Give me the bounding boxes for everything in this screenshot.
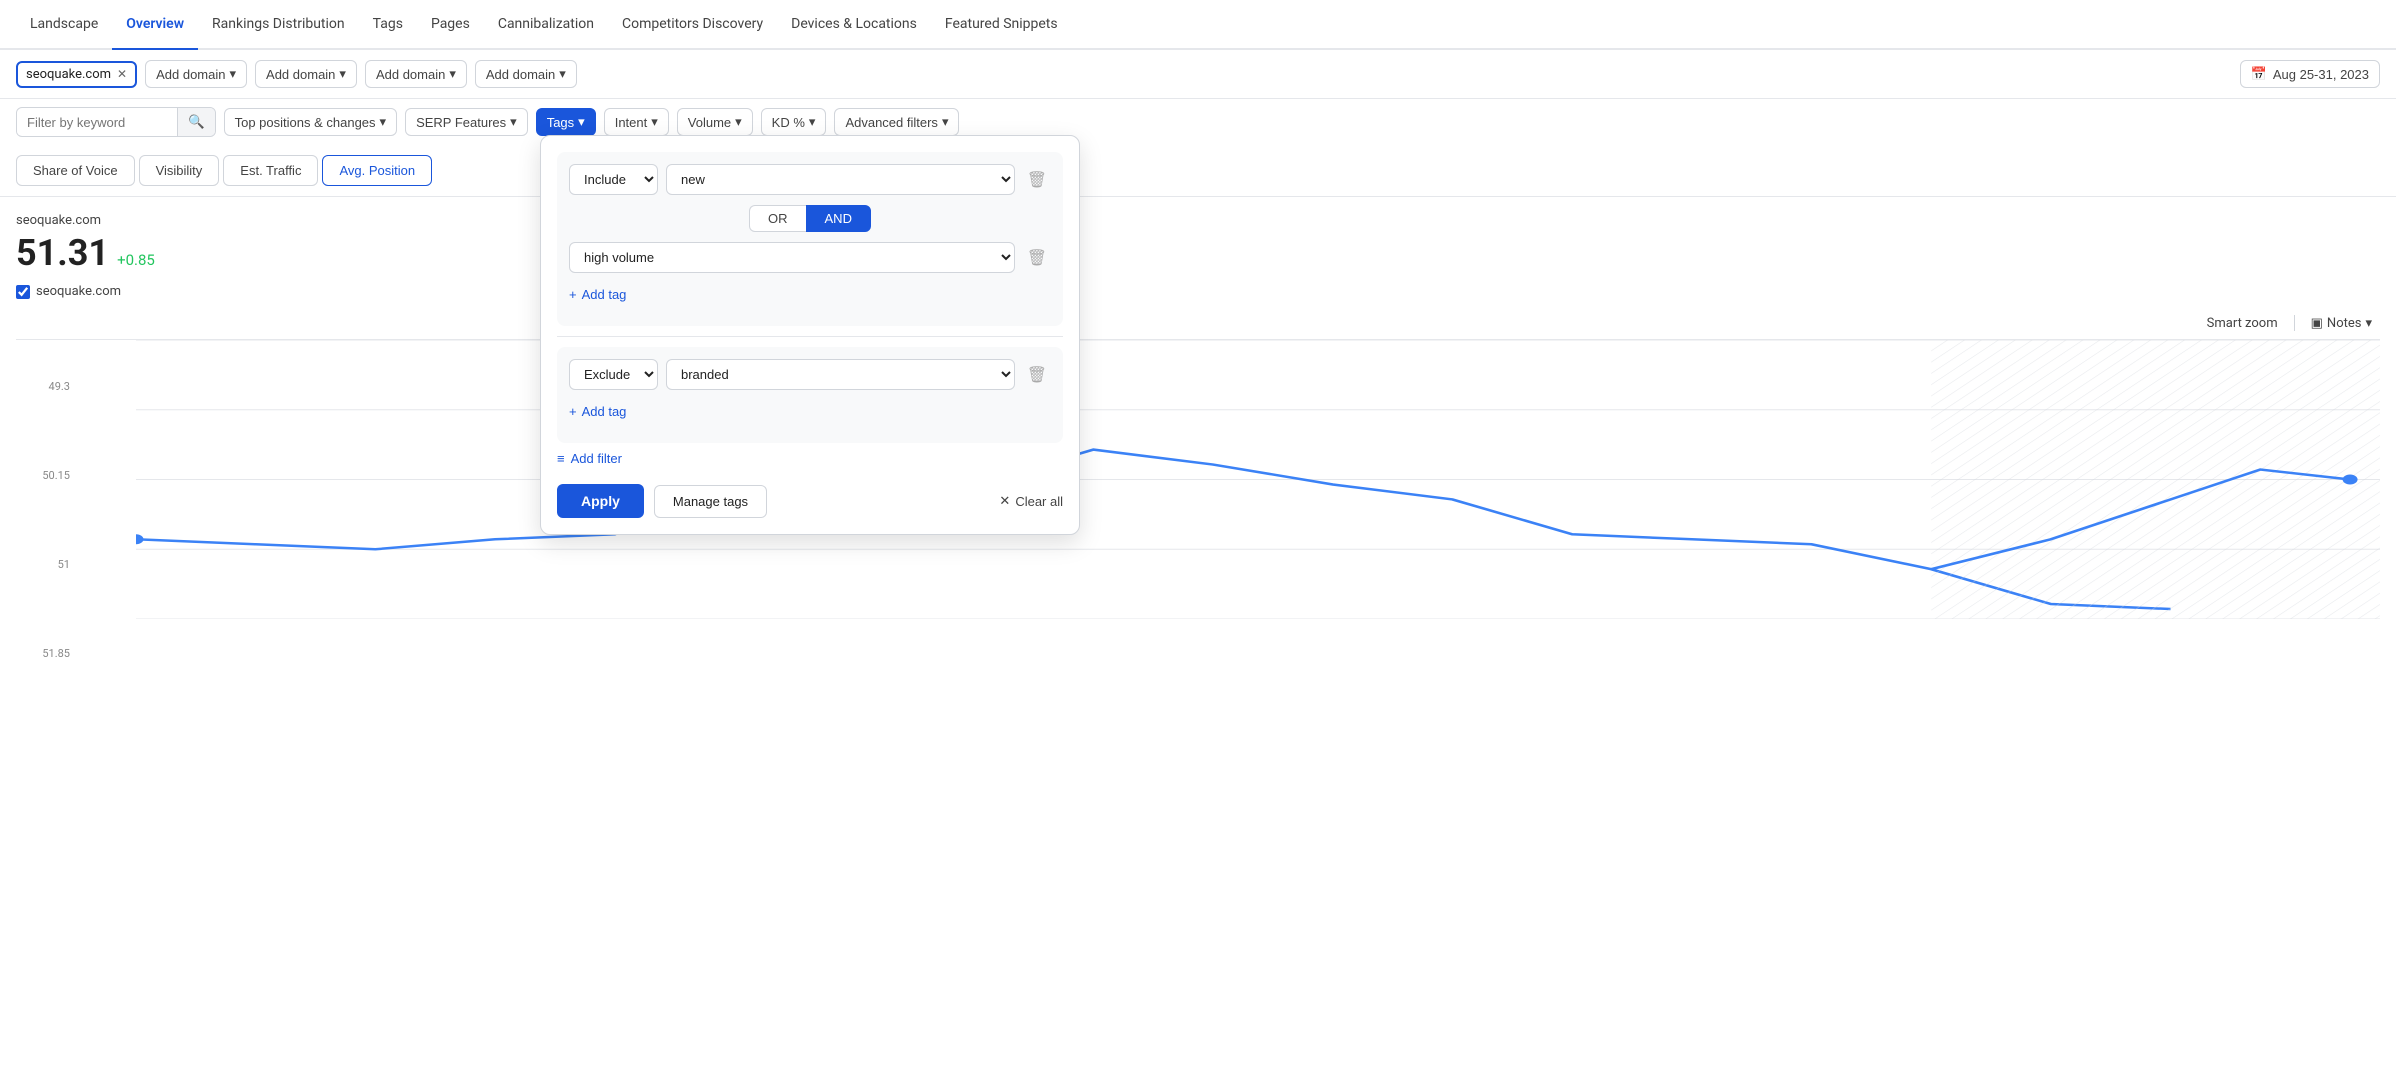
main-chart-area: seoquake.com 51.31 +0.85 seoquake.com Sm…	[0, 197, 2396, 619]
include-filter-row-1: Include Exclude new high volume branded …	[569, 164, 1051, 195]
add-filter-button[interactable]: ≡ Add filter	[557, 447, 622, 470]
delete-filter-button-1[interactable]: 🗑	[1023, 166, 1051, 194]
chart-topbar: Smart zoom ▣ Notes ▾	[16, 311, 2380, 339]
filter-icon: ≡	[557, 451, 565, 466]
domain-label: seoquake.com	[16, 213, 2380, 228]
apply-button[interactable]: Apply	[557, 484, 644, 518]
top-navigation: Landscape Overview Rankings Distribution…	[0, 0, 2396, 50]
delete-filter-button-2[interactable]: 🗑	[1023, 244, 1051, 272]
y-axis: 49.3 50.15 51 51.85	[16, 380, 76, 660]
line-chart-svg	[76, 340, 2380, 619]
chevron-down-icon: ▾	[578, 114, 585, 130]
domain-toolbar: seoquake.com ✕ Add domain ▾ Add domain ▾…	[0, 50, 2396, 99]
search-button[interactable]: 🔍	[177, 108, 215, 136]
domain-checkbox-label: seoquake.com	[16, 284, 2380, 299]
chevron-down-icon: ▾	[735, 114, 742, 130]
notes-icon: ▣	[2311, 316, 2323, 331]
nav-devices-locations[interactable]: Devices & Locations	[777, 0, 931, 50]
kd-filter[interactable]: KD % ▾	[761, 108, 827, 136]
y-tick-2: 50.15	[16, 469, 76, 482]
tags-filter[interactable]: Tags ▾	[536, 108, 596, 136]
date-picker-button[interactable]: 📅 Aug 25-31, 2023	[2240, 60, 2380, 88]
section-divider	[557, 336, 1063, 337]
volume-filter[interactable]: Volume ▾	[677, 108, 753, 136]
y-tick-1: 49.3	[16, 380, 76, 393]
chevron-down-icon: ▾	[339, 66, 346, 82]
nav-tags[interactable]: Tags	[359, 0, 417, 50]
include-exclude-select-1[interactable]: Include Exclude	[569, 164, 658, 195]
add-tag-button-1[interactable]: + Add tag	[569, 283, 626, 306]
or-and-toggle: OR AND	[569, 205, 1051, 232]
metric-value: 51.31	[16, 232, 109, 274]
tab-share-of-voice[interactable]: Share of Voice	[16, 155, 135, 186]
y-tick-4: 51.85	[16, 647, 76, 660]
search-input[interactable]	[17, 110, 177, 135]
chevron-down-icon: ▾	[559, 66, 566, 82]
keyword-search: 🔍	[16, 107, 216, 137]
date-range-label: Aug 25-31, 2023	[2273, 67, 2369, 82]
tag-value-select-3[interactable]: branded new high volume	[666, 359, 1015, 390]
plus-icon-2: +	[569, 404, 577, 419]
panel-footer: Apply Manage tags ✕ Clear all	[557, 484, 1063, 518]
add-domain-button-2[interactable]: Add domain ▾	[255, 60, 357, 88]
metric-tabs: Share of Voice Visibility Est. Traffic A…	[0, 145, 2396, 197]
checkbox-domain-name: seoquake.com	[36, 284, 121, 299]
y-tick-3: 51	[16, 558, 76, 571]
tab-visibility[interactable]: Visibility	[139, 155, 220, 186]
tag-value-select-1[interactable]: new high volume branded	[666, 164, 1015, 195]
close-icon: ✕	[999, 493, 1010, 509]
notes-toggle[interactable]: ▣ Notes ▾	[2311, 316, 2372, 331]
exclude-filter-row: Include Exclude branded new high volume …	[569, 359, 1051, 390]
advanced-filters[interactable]: Advanced filters ▾	[834, 108, 959, 136]
manage-tags-button[interactable]: Manage tags	[654, 485, 767, 518]
filter-toolbar: 🔍 Top positions & changes ▾ SERP Feature…	[0, 99, 2396, 145]
tag-value-select-2[interactable]: high volume new branded	[569, 242, 1015, 273]
chevron-down-icon: ▾	[380, 114, 387, 130]
divider	[2294, 315, 2295, 331]
add-domain-button-1[interactable]: Add domain ▾	[145, 60, 247, 88]
chevron-down-icon: ▾	[942, 114, 949, 130]
calendar-icon: 📅	[2251, 66, 2267, 82]
tab-est-traffic[interactable]: Est. Traffic	[223, 155, 318, 186]
include-exclude-select-2[interactable]: Include Exclude	[569, 359, 658, 390]
nav-overview[interactable]: Overview	[112, 0, 198, 50]
plus-icon: +	[569, 287, 577, 302]
top-positions-filter[interactable]: Top positions & changes ▾	[224, 108, 397, 136]
serp-features-filter[interactable]: SERP Features ▾	[405, 108, 528, 136]
chevron-down-icon: ▾	[230, 66, 237, 82]
domain-chip: seoquake.com ✕	[16, 61, 137, 88]
delete-filter-button-3[interactable]: 🗑	[1023, 361, 1051, 389]
and-button[interactable]: AND	[806, 205, 871, 232]
chevron-down-icon: ▾	[2365, 316, 2372, 331]
tab-avg-position[interactable]: Avg. Position	[322, 155, 432, 186]
intent-filter[interactable]: Intent ▾	[604, 108, 669, 136]
include-filter-row-2: high volume new branded 🗑	[569, 242, 1051, 273]
nav-featured-snippets[interactable]: Featured Snippets	[931, 0, 1072, 50]
nav-pages[interactable]: Pages	[417, 0, 484, 50]
tags-dropdown-panel: Include Exclude new high volume branded …	[540, 135, 1080, 535]
add-domain-button-4[interactable]: Add domain ▾	[475, 60, 577, 88]
nav-competitors-discovery[interactable]: Competitors Discovery	[608, 0, 777, 50]
domain-checkbox[interactable]	[16, 285, 30, 299]
nav-rankings-distribution[interactable]: Rankings Distribution	[198, 0, 359, 50]
metric-change: +0.85	[117, 251, 155, 269]
chevron-down-icon: ▾	[449, 66, 456, 82]
chevron-down-icon: ▾	[510, 114, 517, 130]
add-tag-button-2[interactable]: + Add tag	[569, 400, 626, 423]
exclude-group: Include Exclude branded new high volume …	[557, 347, 1063, 443]
remove-domain-button[interactable]: ✕	[117, 67, 127, 81]
chart-area: 49.3 50.15 51 51.85	[16, 339, 2380, 619]
nav-cannibalization[interactable]: Cannibalization	[484, 0, 608, 50]
domain-name: seoquake.com	[26, 67, 111, 82]
add-domain-button-3[interactable]: Add domain ▾	[365, 60, 467, 88]
clear-all-button[interactable]: ✕ Clear all	[999, 493, 1063, 509]
or-button[interactable]: OR	[749, 205, 806, 232]
chevron-down-icon: ▾	[809, 114, 816, 130]
chevron-down-icon: ▾	[651, 114, 658, 130]
smart-zoom-toggle[interactable]: Smart zoom	[2207, 316, 2278, 331]
include-group: Include Exclude new high volume branded …	[557, 152, 1063, 326]
nav-landscape[interactable]: Landscape	[16, 0, 112, 50]
